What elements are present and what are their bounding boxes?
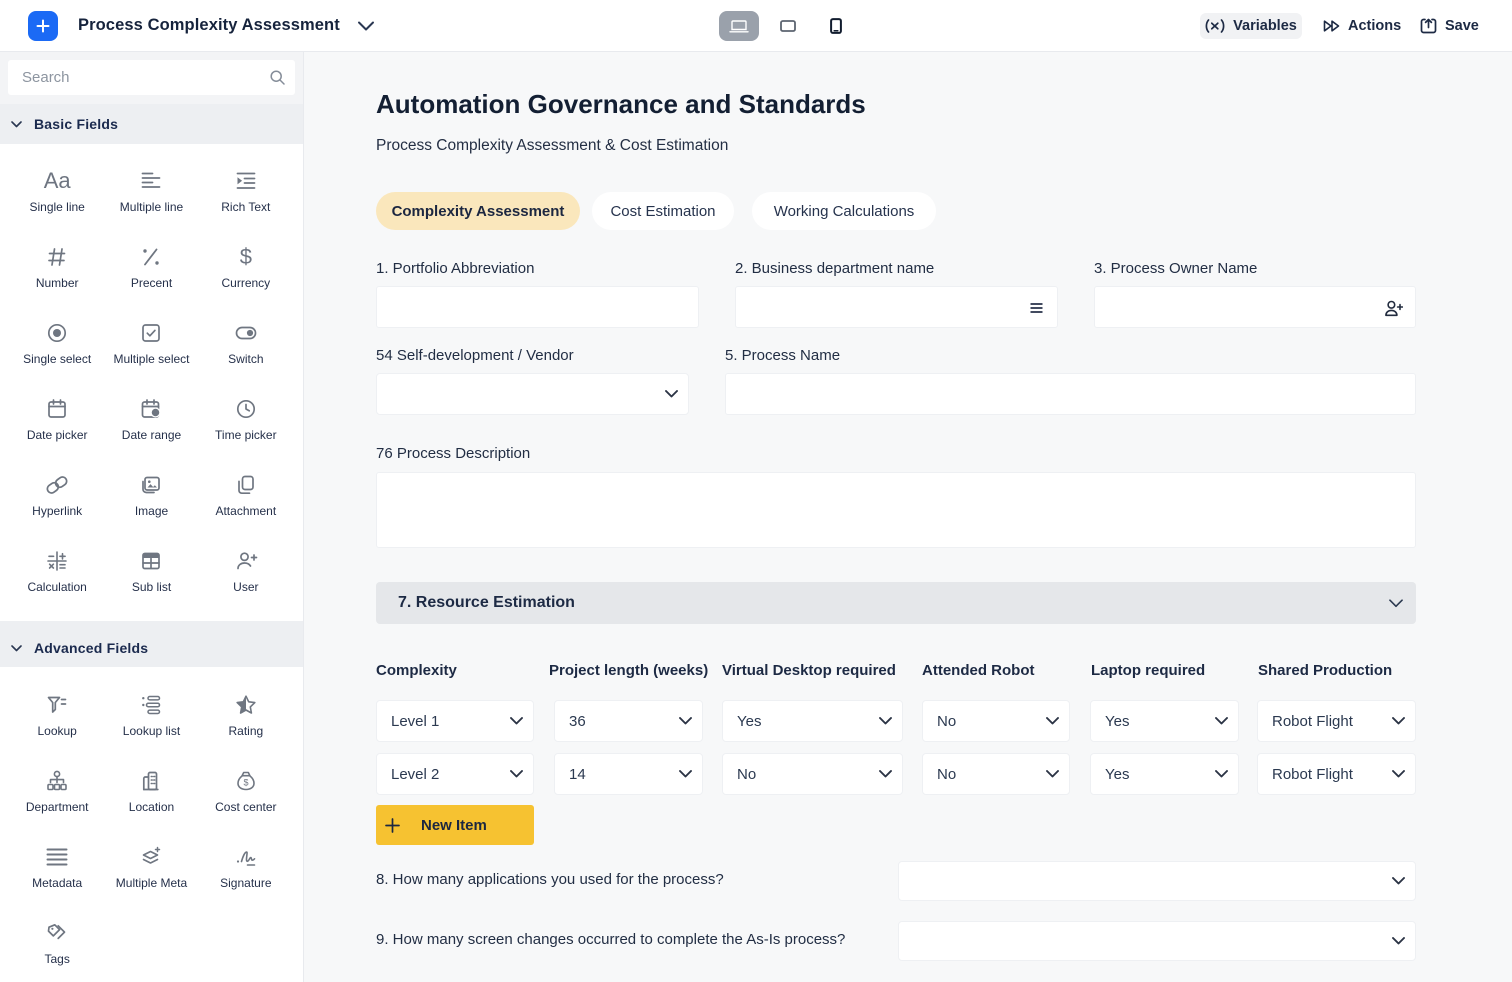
svg-text:$: $ [243, 778, 248, 788]
